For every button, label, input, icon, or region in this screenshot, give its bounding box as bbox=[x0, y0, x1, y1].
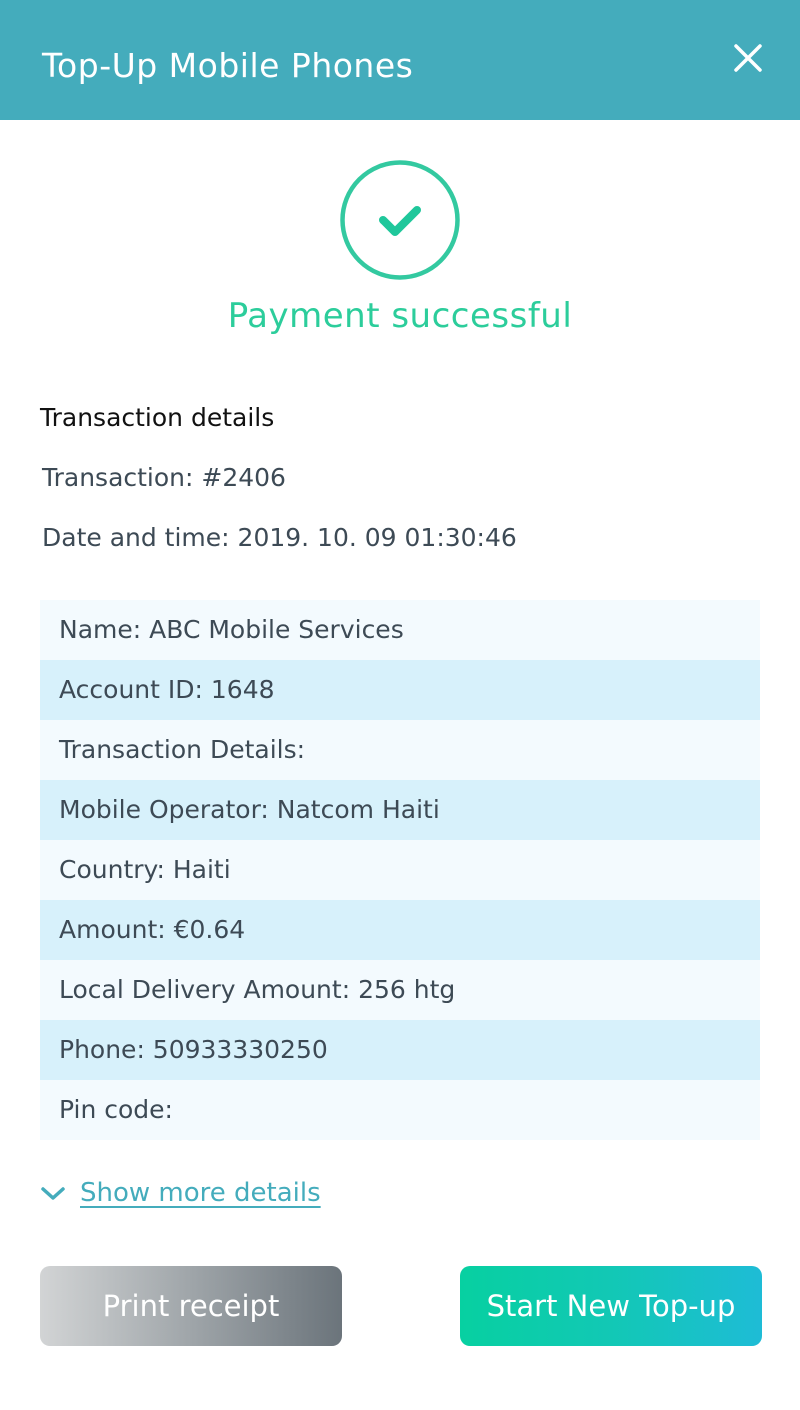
detail-row-pin-code: Pin code: bbox=[40, 1080, 760, 1140]
close-icon[interactable] bbox=[728, 38, 768, 78]
status-message: Payment successful bbox=[227, 296, 573, 336]
check-circle-icon bbox=[340, 160, 460, 280]
show-more-details-link[interactable]: Show more details bbox=[40, 1172, 321, 1214]
header-bar: Top-Up Mobile Phones bbox=[0, 0, 800, 120]
detail-row-mobile-operator: Mobile Operator: Natcom Haiti bbox=[40, 780, 760, 840]
close-button[interactable] bbox=[728, 38, 768, 78]
detail-row-transaction-details: Transaction Details: bbox=[40, 720, 760, 780]
start-new-topup-button[interactable]: Start New Top-up bbox=[460, 1266, 762, 1346]
detail-row-name: Name: ABC Mobile Services bbox=[40, 600, 760, 660]
page-title: Top-Up Mobile Phones bbox=[42, 46, 414, 85]
transaction-datetime: Date and time: 2019. 10. 09 01:30:46 bbox=[42, 523, 517, 552]
detail-row-phone: Phone: 50933330250 bbox=[40, 1020, 760, 1080]
chevron-down-icon[interactable] bbox=[40, 1183, 66, 1203]
detail-row-amount: Amount: €0.64 bbox=[40, 900, 760, 960]
detail-row-local-delivery-amount: Local Delivery Amount: 256 htg bbox=[40, 960, 760, 1020]
success-indicator bbox=[340, 160, 460, 280]
details-table: Name: ABC Mobile Services Account ID: 16… bbox=[40, 600, 760, 1140]
transaction-number: Transaction: #2406 bbox=[42, 463, 286, 492]
detail-row-account-id: Account ID: 1648 bbox=[40, 660, 760, 720]
print-receipt-button[interactable]: Print receipt bbox=[40, 1266, 342, 1346]
show-more-details-label[interactable]: Show more details bbox=[80, 1178, 321, 1208]
detail-row-country: Country: Haiti bbox=[40, 840, 760, 900]
section-title: Transaction details bbox=[40, 403, 275, 432]
